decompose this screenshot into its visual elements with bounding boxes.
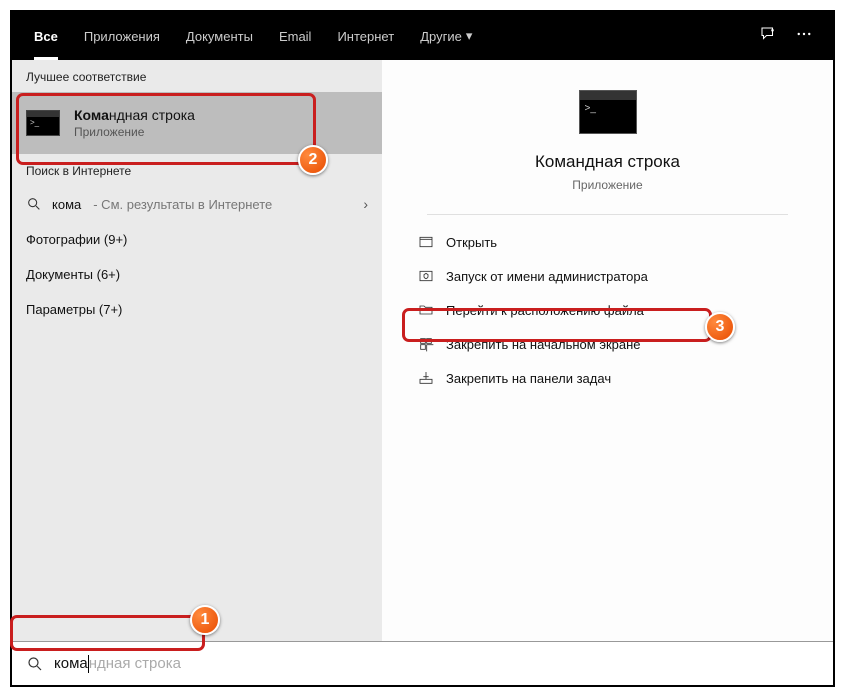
- web-search-result[interactable]: кома - См. результаты в Интернете ›: [12, 186, 382, 222]
- tab-email[interactable]: Email: [269, 12, 322, 60]
- tab-label: Все: [34, 29, 58, 44]
- result-title: Командная строка: [74, 107, 195, 123]
- annotation-badge-1: 1: [190, 605, 220, 635]
- actions-list: Открыть Запуск от имени администратора П…: [382, 225, 833, 395]
- preview-app-name: Командная строка: [535, 152, 680, 172]
- chevron-down-icon: ▾: [466, 28, 473, 44]
- best-match-text: Командная строка Приложение: [74, 107, 195, 139]
- search-typed-text: кома: [54, 655, 88, 672]
- annotation-badge-2: 2: [298, 145, 328, 175]
- action-run-as-admin[interactable]: Запуск от имени администратора: [412, 259, 803, 293]
- result-subtitle: Приложение: [74, 125, 195, 139]
- web-query-sub: - См. результаты в Интернете: [93, 197, 272, 212]
- cmd-icon-large: >_: [579, 90, 637, 134]
- tab-apps[interactable]: Приложения: [74, 12, 170, 60]
- preview-app-type: Приложение: [572, 178, 642, 192]
- action-open-location[interactable]: Перейти к расположению файла: [412, 293, 803, 327]
- preview-panel: >_ Командная строка Приложение Открыть З…: [382, 60, 833, 641]
- action-label: Запуск от имени администратора: [446, 269, 648, 284]
- web-query-text: кома: [52, 197, 81, 212]
- tab-label: Приложения: [84, 29, 160, 44]
- more-options-icon[interactable]: [795, 25, 813, 48]
- chevron-right-icon: ›: [363, 196, 368, 212]
- action-label: Закрепить на начальном экране: [446, 337, 641, 352]
- best-match-heading: Лучшее соответствие: [12, 60, 382, 92]
- top-right-icons: [759, 25, 821, 48]
- action-open[interactable]: Открыть: [412, 225, 803, 259]
- results-panel: Лучшее соответствие >_ Командная строка …: [12, 60, 382, 641]
- tab-label: Email: [279, 29, 312, 44]
- search-icon: [26, 196, 42, 212]
- filter-tabs: Все Приложения Документы Email Интернет …: [24, 12, 759, 60]
- top-filter-bar: Все Приложения Документы Email Интернет …: [12, 12, 833, 60]
- action-label: Открыть: [446, 235, 497, 250]
- action-label: Закрепить на панели задач: [446, 371, 611, 386]
- pin-taskbar-icon: [418, 370, 434, 386]
- shield-icon: [418, 268, 434, 284]
- action-pin-taskbar[interactable]: Закрепить на панели задач: [412, 361, 803, 395]
- tab-label: Документы: [186, 29, 253, 44]
- search-suggestion-text: ндная строка: [89, 655, 181, 672]
- search-bar[interactable]: командная строка: [12, 641, 833, 685]
- annotation-badge-3: 3: [705, 312, 735, 342]
- tab-internet[interactable]: Интернет: [327, 12, 404, 60]
- tab-label: Другие: [420, 29, 462, 44]
- search-icon: [26, 655, 44, 673]
- open-icon: [418, 234, 434, 250]
- category-documents[interactable]: Документы (6+): [12, 257, 382, 292]
- action-pin-start[interactable]: Закрепить на начальном экране: [412, 327, 803, 361]
- tab-docs[interactable]: Документы: [176, 12, 263, 60]
- search-input[interactable]: командная строка: [54, 655, 181, 673]
- feedback-icon[interactable]: [759, 25, 777, 48]
- category-settings[interactable]: Параметры (7+): [12, 292, 382, 327]
- cmd-icon: >_: [26, 110, 60, 136]
- tab-label: Интернет: [337, 29, 394, 44]
- tab-all[interactable]: Все: [24, 12, 68, 60]
- folder-icon: [418, 302, 434, 318]
- action-label: Перейти к расположению файла: [446, 303, 644, 318]
- category-photos[interactable]: Фотографии (9+): [12, 222, 382, 257]
- divider: [427, 214, 788, 215]
- tab-more[interactable]: Другие ▾: [410, 12, 482, 60]
- best-match-result[interactable]: >_ Командная строка Приложение: [12, 92, 382, 154]
- pin-start-icon: [418, 336, 434, 352]
